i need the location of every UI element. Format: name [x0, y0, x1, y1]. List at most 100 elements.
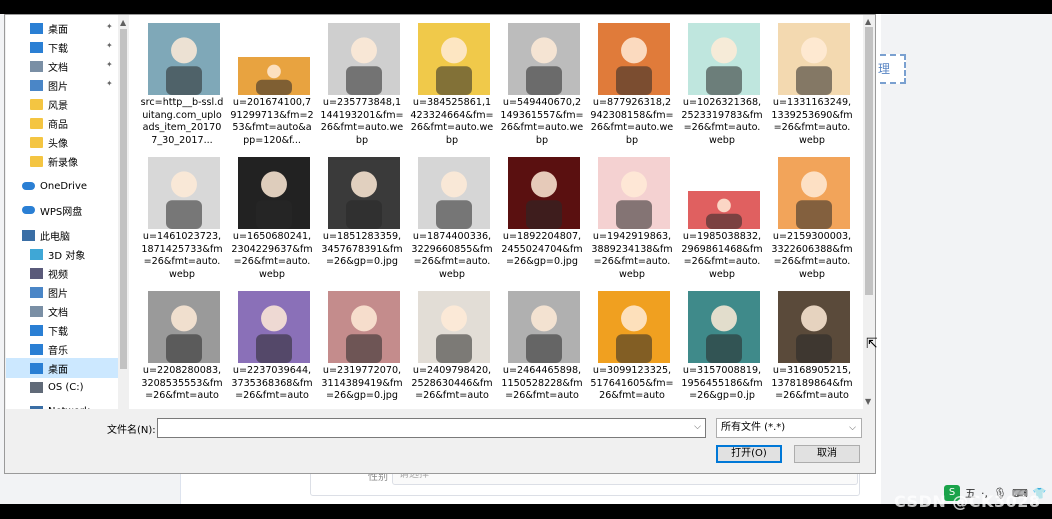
file-name: u=2319772070,3114389419&fm=26&gp=0.jpg: [321, 365, 403, 401]
file-tile[interactable]: u=1985038832,2969861468&fm=26&fmt=auto.w…: [680, 157, 763, 291]
sidebar-item-11[interactable]: 3D 对象: [6, 244, 119, 264]
scroll-down-icon[interactable]: ▼: [865, 397, 871, 406]
navigation-scrollbar[interactable]: ▲: [118, 15, 129, 409]
filename-label: 文件名(N):: [107, 425, 156, 436]
file-tile[interactable]: u=1461023723,1871425733&fm=26&fmt=auto.w…: [140, 157, 223, 291]
sidebar-item-label: 头像: [48, 138, 68, 150]
scroll-up-icon[interactable]: ▲: [865, 17, 871, 26]
sidebar-item-6[interactable]: 头像: [6, 132, 119, 152]
filetype-select[interactable]: 所有文件 (*.*) ⌵: [716, 418, 862, 438]
sidebar-item-label: 新录像: [48, 157, 78, 169]
file-tile[interactable]: u=1650680241,2304229637&fm=26&fmt=auto.w…: [230, 157, 313, 291]
file-tile[interactable]: u=2208280083,3208535553&fm=26&fmt=auto: [140, 291, 223, 409]
sidebar-item-label: 音乐: [48, 345, 68, 357]
woman-blazer-icon: [148, 291, 220, 363]
white-shirt-woman-icon: [418, 291, 490, 363]
sidebar-item-17[interactable]: 桌面: [6, 358, 119, 378]
sidebar-item-18[interactable]: OS (C:): [6, 377, 119, 397]
file-tile[interactable]: u=2464465898,1150528228&fm=26&fmt=auto: [500, 291, 583, 409]
girl-cartoon-icon: [688, 23, 760, 95]
sidebar-item-19[interactable]: Network: [6, 401, 119, 409]
chevron-down-icon[interactable]: ⌵: [849, 419, 856, 437]
file-tile[interactable]: u=1942919863,3889234138&fm=26&fmt=auto.w…: [590, 157, 673, 291]
file-tile[interactable]: u=1874400336,3229660855&fm=26&fmt=auto.w…: [410, 157, 493, 291]
anime-hero-icon: [778, 291, 850, 363]
download-icon: [30, 324, 43, 336]
sidebar-item-5[interactable]: 商品: [6, 113, 119, 133]
sidebar-item-12[interactable]: 视频: [6, 263, 119, 283]
scroll-up-icon[interactable]: ▲: [120, 18, 126, 27]
file-tile[interactable]: u=2319772070,3114389419&fm=26&gp=0.jpg: [320, 291, 403, 409]
file-tile[interactable]: u=3157008819,1956455186&fm=26&gp=0.jp: [680, 291, 763, 409]
dark-man-icon: [508, 157, 580, 229]
muscle-cartoon-icon: [508, 291, 580, 363]
open-button[interactable]: 打开(O): [716, 445, 782, 463]
folder-icon: [30, 155, 43, 167]
sidebar-item-14[interactable]: 文档: [6, 301, 119, 321]
file-tile[interactable]: u=2409798420,2528630446&fm=26&fmt=auto: [410, 291, 493, 409]
sidebar-item-2[interactable]: 文档 ✦: [6, 56, 119, 76]
sidebar-item-4[interactable]: 风景: [6, 94, 119, 114]
sidebar-item-16[interactable]: 音乐: [6, 339, 119, 359]
file-tile[interactable]: u=1851283359,3457678391&fm=26&gp=0.jpg: [320, 157, 403, 291]
file-tile[interactable]: u=235773848,1144193201&fm=26&fmt=auto.we…: [320, 23, 404, 157]
file-grid-scroll-thumb[interactable]: [865, 27, 873, 295]
sidebar-item-8[interactable]: OneDrive: [6, 176, 119, 196]
file-tile[interactable]: u=2159300003,3322606388&fm=26&fmt=auto.w…: [770, 157, 853, 291]
file-tile[interactable]: src=http__b-ssl.duitang.com_uploads_item…: [140, 23, 224, 157]
yellow-car-icon: [598, 291, 670, 363]
sidebar-item-label: Network: [48, 406, 90, 410]
file-tile[interactable]: u=877926318,2942308158&fm=26&fmt=auto.we…: [590, 23, 674, 157]
file-tile[interactable]: u=549440670,2149361557&fm=26&fmt=auto.we…: [500, 23, 584, 157]
file-tile[interactable]: u=3099123325,517641605&fm=26&fmt=auto: [590, 291, 674, 409]
document-icon: [30, 305, 43, 317]
file-name: u=3168905215,1378189864&fm=26&fmt=auto: [771, 365, 853, 401]
chevron-down-icon[interactable]: ⌵: [694, 422, 701, 432]
nurse-cartoon-icon: [598, 157, 670, 229]
sidebar-item-label: 下载: [48, 43, 68, 55]
sidebar-item-7[interactable]: 新录像: [6, 151, 119, 171]
file-grid: src=http__b-ssl.duitang.com_uploads_item…: [130, 15, 863, 409]
mouse-cursor-icon: ⇱: [866, 336, 878, 352]
file-tile[interactable]: u=2237039644,3735368368&fm=26&fmt=auto: [230, 291, 313, 409]
sidebar-item-3[interactable]: 图片 ✦: [6, 75, 119, 95]
network-icon: [30, 405, 43, 409]
sidebar-item-9[interactable]: WPS网盘: [6, 200, 119, 220]
sidebar-item-13[interactable]: 图片: [6, 282, 119, 302]
file-name: u=1874400336,3229660855&fm=26&fmt=auto.w…: [411, 231, 493, 280]
sidebar-item-label: 文档: [48, 307, 68, 319]
sidebar-item-1[interactable]: 下载 ✦: [6, 37, 119, 57]
file-tile[interactable]: u=1026321368,2523319783&fm=26&fmt=auto.w…: [680, 23, 763, 157]
dog-car-icon: [688, 191, 760, 229]
purple-hair-girl-icon: [238, 291, 310, 363]
sidebar-item-label: 图片: [48, 81, 68, 93]
navigation-pane: 桌面 ✦ 下载 ✦ 文档 ✦ 图片 ✦ 风景 商品头像新录像 OneDrive WPS网盘此电脑 3D …: [6, 15, 130, 409]
sidebar-item-0[interactable]: 桌面 ✦: [6, 18, 119, 38]
folder-icon: [30, 136, 43, 148]
anime-boy-icon: [238, 157, 310, 229]
file-name: src=http__b-ssl.duitang.com_uploads_item…: [140, 97, 224, 146]
sidebar-item-label: 文档: [48, 62, 68, 74]
sidebar-item-15[interactable]: 下载: [6, 320, 119, 340]
file-name: u=2159300003,3322606388&fm=26&fmt=auto.w…: [771, 231, 853, 280]
document-icon: [30, 60, 43, 72]
music-icon: [30, 343, 43, 355]
file-tile[interactable]: u=1331163249,1339253690&fm=26&fmt=auto.w…: [770, 23, 853, 157]
sidebar-item-label: 图片: [48, 288, 68, 300]
file-name: u=3157008819,1956455186&fm=26&gp=0.jp: [681, 365, 763, 401]
sidebar-item-10[interactable]: 此电脑: [6, 225, 119, 245]
sidebar-item-label: 3D 对象: [48, 250, 86, 262]
navigation-scroll-thumb[interactable]: [120, 29, 127, 369]
desktop-icon: [30, 362, 43, 374]
file-tile[interactable]: u=3168905215,1378189864&fm=26&fmt=auto: [770, 291, 853, 409]
folder-icon: [30, 117, 43, 129]
file-name: u=1892204807,2455024704&fm=26&gp=0.jpg: [501, 231, 583, 267]
sketch-boy-icon: [148, 157, 220, 229]
file-tile[interactable]: u=201674100,791299713&fm=253&fmt=auto&ap…: [230, 23, 314, 157]
file-tile[interactable]: u=1892204807,2455024704&fm=26&gp=0.jpg: [500, 157, 583, 291]
cancel-button[interactable]: 取消: [794, 445, 860, 463]
filename-input[interactable]: ⌵: [157, 418, 706, 438]
download-icon: [30, 41, 43, 53]
file-tile[interactable]: u=384525861,1423324664&fm=26&fmt=auto.we…: [410, 23, 494, 157]
file-name: u=549440670,2149361557&fm=26&fmt=auto.we…: [500, 97, 584, 146]
